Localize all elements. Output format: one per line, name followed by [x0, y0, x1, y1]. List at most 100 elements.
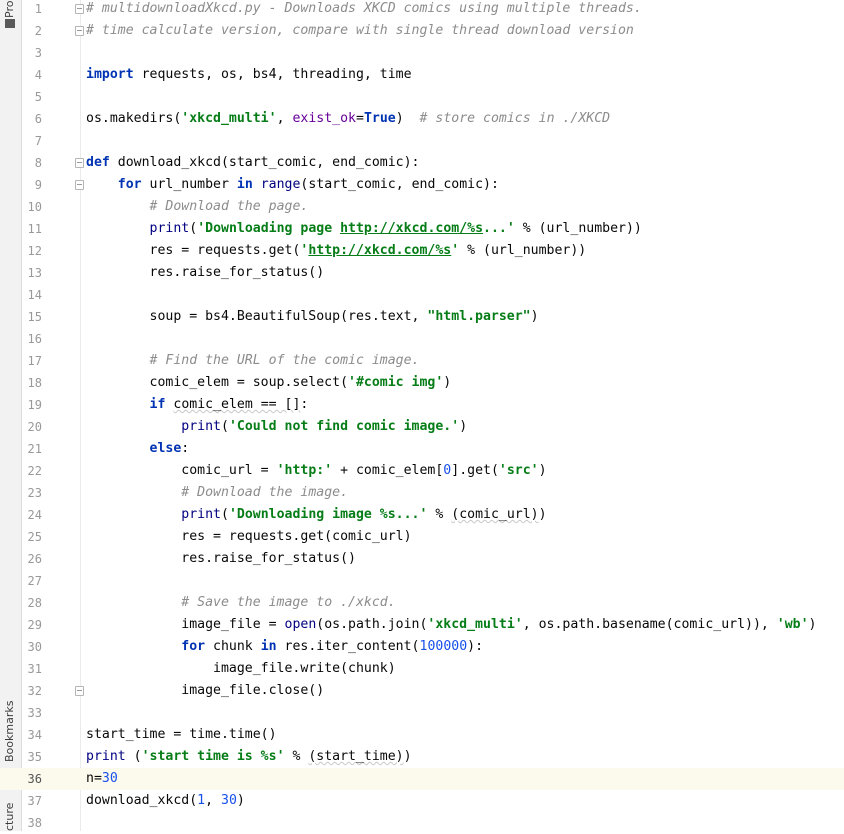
line-number: 25	[27, 530, 42, 544]
line-number: 2	[34, 24, 42, 38]
code-line[interactable]: 4 import requests, os, bs4, threading, ti…	[0, 64, 844, 86]
code-line[interactable]: 22 comic_url = 'http:' + comic_elem[0].g…	[0, 460, 844, 482]
line-number: 6	[34, 112, 42, 126]
line-number: 14	[27, 288, 42, 302]
code-line[interactable]: 27	[0, 570, 844, 592]
code-line[interactable]: 29 image_file = open(os.path.join('xkcd_…	[0, 614, 844, 636]
code-line[interactable]: 7	[0, 130, 844, 152]
line-number: 33	[27, 706, 42, 720]
line-number: 32	[27, 684, 42, 698]
line-number: 24	[27, 508, 42, 522]
line-number: 31	[27, 662, 42, 676]
code-text: res.raise_for_status()	[86, 265, 325, 280]
code-text: comic_url = 'http:' + comic_elem[0].get(…	[86, 463, 547, 478]
line-number: 15	[27, 310, 42, 324]
line-number: 18	[27, 376, 42, 390]
line-number: 22	[27, 464, 42, 478]
code-text: print('Downloading image %s...' % (comic…	[181, 507, 547, 522]
code-line[interactable]: 1 # multidownloadXkcd.py - Downloads XKCD…	[0, 0, 844, 20]
code-text: print ('start time is %s' % (start_time)…	[86, 749, 412, 764]
line-number: 28	[27, 596, 42, 610]
line-number: 5	[34, 90, 42, 104]
code-line[interactable]: 21 else:	[0, 438, 844, 460]
code-line[interactable]: 23 # Download the image.	[0, 482, 844, 504]
code-text: # Download the page.	[149, 199, 309, 214]
line-number: 10	[27, 200, 42, 214]
line-number: 1	[34, 2, 42, 16]
code-text: start_time = time.time()	[86, 727, 277, 742]
code-text: for url_number in range(start_comic, end…	[117, 177, 499, 192]
code-line[interactable]: 2 # time calculate version, compare with …	[0, 20, 844, 42]
code-text: soup = bs4.BeautifulSoup(res.text, "html…	[86, 309, 539, 324]
code-line[interactable]: 33	[0, 702, 844, 724]
line-number: 37	[27, 794, 42, 808]
code-line[interactable]: 17 # Find the URL of the comic image.	[0, 350, 844, 372]
line-number: 20	[27, 420, 42, 434]
code-line[interactable]: 26 res.raise_for_status()	[0, 548, 844, 570]
code-text: comic_elem = soup.select('#comic img')	[86, 375, 452, 390]
code-line[interactable]: 14	[0, 284, 844, 306]
code-line[interactable]: 19 if comic_elem == []:	[0, 394, 844, 416]
code-line[interactable]: 30 for chunk in res.iter_content(100000)…	[0, 636, 844, 658]
code-text: res = requests.get(comic_url)	[86, 529, 412, 544]
code-text: # Find the URL of the comic image.	[149, 353, 420, 368]
code-text: os.makedirs('xkcd_multi', exist_ok=True)…	[86, 111, 611, 126]
code-text: for chunk in res.iter_content(100000):	[181, 639, 484, 654]
line-number: 9	[34, 178, 42, 192]
line-number: 27	[27, 574, 42, 588]
code-line[interactable]: 3	[0, 42, 844, 64]
code-line[interactable]: 13 res.raise_for_status()	[0, 262, 844, 284]
code-line[interactable]: 32 image_file.close()	[0, 680, 844, 702]
code-line[interactable]: 10 # Download the page.	[0, 196, 844, 218]
code-line[interactable]: 36 n=30	[0, 768, 844, 790]
code-line[interactable]: 28 # Save the image to ./xkcd.	[0, 592, 844, 614]
code-line[interactable]: 8 def download_xkcd(start_comic, end_comi…	[0, 152, 844, 174]
line-number: 11	[27, 222, 42, 236]
code-line[interactable]: 20 print('Could not find comic image.')	[0, 416, 844, 438]
line-number: 21	[27, 442, 42, 456]
code-line[interactable]: 35 print ('start time is %s' % (start_tim…	[0, 746, 844, 768]
line-number: 7	[34, 134, 42, 148]
fold-marker-icon[interactable]	[75, 158, 84, 168]
line-number: 16	[27, 332, 42, 346]
code-line[interactable]: 6 os.makedirs('xkcd_multi', exist_ok=True…	[0, 108, 844, 130]
code-text: image_file.close()	[86, 683, 325, 698]
line-number: 35	[27, 750, 42, 764]
line-number: 26	[27, 552, 42, 566]
code-line[interactable]: 16	[0, 328, 844, 350]
code-text: # time calculate version, compare with s…	[86, 23, 634, 38]
code-text: download_xkcd(1, 30)	[86, 793, 245, 808]
code-text: print('Could not find comic image.')	[181, 419, 468, 434]
code-line[interactable]: 37 download_xkcd(1, 30)	[0, 790, 844, 812]
code-line[interactable]: 31 image_file.write(chunk)	[0, 658, 844, 680]
code-text: else:	[149, 441, 190, 456]
code-line[interactable]: 25 res = requests.get(comic_url)	[0, 526, 844, 548]
code-text: if comic_elem == []:	[149, 397, 309, 412]
code-line[interactable]: 9 for url_number in range(start_comic, e…	[0, 174, 844, 196]
code-line[interactable]: 18 comic_elem = soup.select('#comic img'…	[0, 372, 844, 394]
code-line[interactable]: 5	[0, 86, 844, 108]
fold-marker-icon[interactable]	[75, 4, 84, 14]
code-text: # Save the image to ./xkcd.	[181, 595, 396, 610]
fold-marker-icon[interactable]	[75, 686, 84, 696]
code-line[interactable]: 34 start_time = time.time()	[0, 724, 844, 746]
line-number: 13	[27, 266, 42, 280]
code-text: print('Downloading page http://xkcd.com/…	[149, 221, 642, 236]
code-line[interactable]: 12 res = requests.get('http://xkcd.com/%…	[0, 240, 844, 262]
code-line[interactable]: 11 print('Downloading page http://xkcd.c…	[0, 218, 844, 240]
code-text: # multidownloadXkcd.py - Downloads XKCD …	[86, 1, 642, 16]
line-number: 12	[27, 244, 42, 258]
line-number: 23	[27, 486, 42, 500]
code-text: def download_xkcd(start_comic, end_comic…	[86, 155, 420, 170]
fold-marker-icon[interactable]	[75, 180, 84, 190]
code-line[interactable]: 24 print('Downloading image %s...' % (co…	[0, 504, 844, 526]
code-text: n=30	[86, 771, 118, 786]
line-number: 3	[34, 46, 42, 60]
line-number: 17	[27, 354, 42, 368]
line-number: 34	[27, 728, 42, 742]
code-text: image_file = open(os.path.join('xkcd_mul…	[86, 617, 817, 632]
code-line[interactable]: 15 soup = bs4.BeautifulSoup(res.text, "h…	[0, 306, 844, 328]
code-text: image_file.write(chunk)	[86, 661, 396, 676]
fold-marker-icon[interactable]	[75, 26, 84, 36]
line-number: 4	[34, 68, 42, 82]
